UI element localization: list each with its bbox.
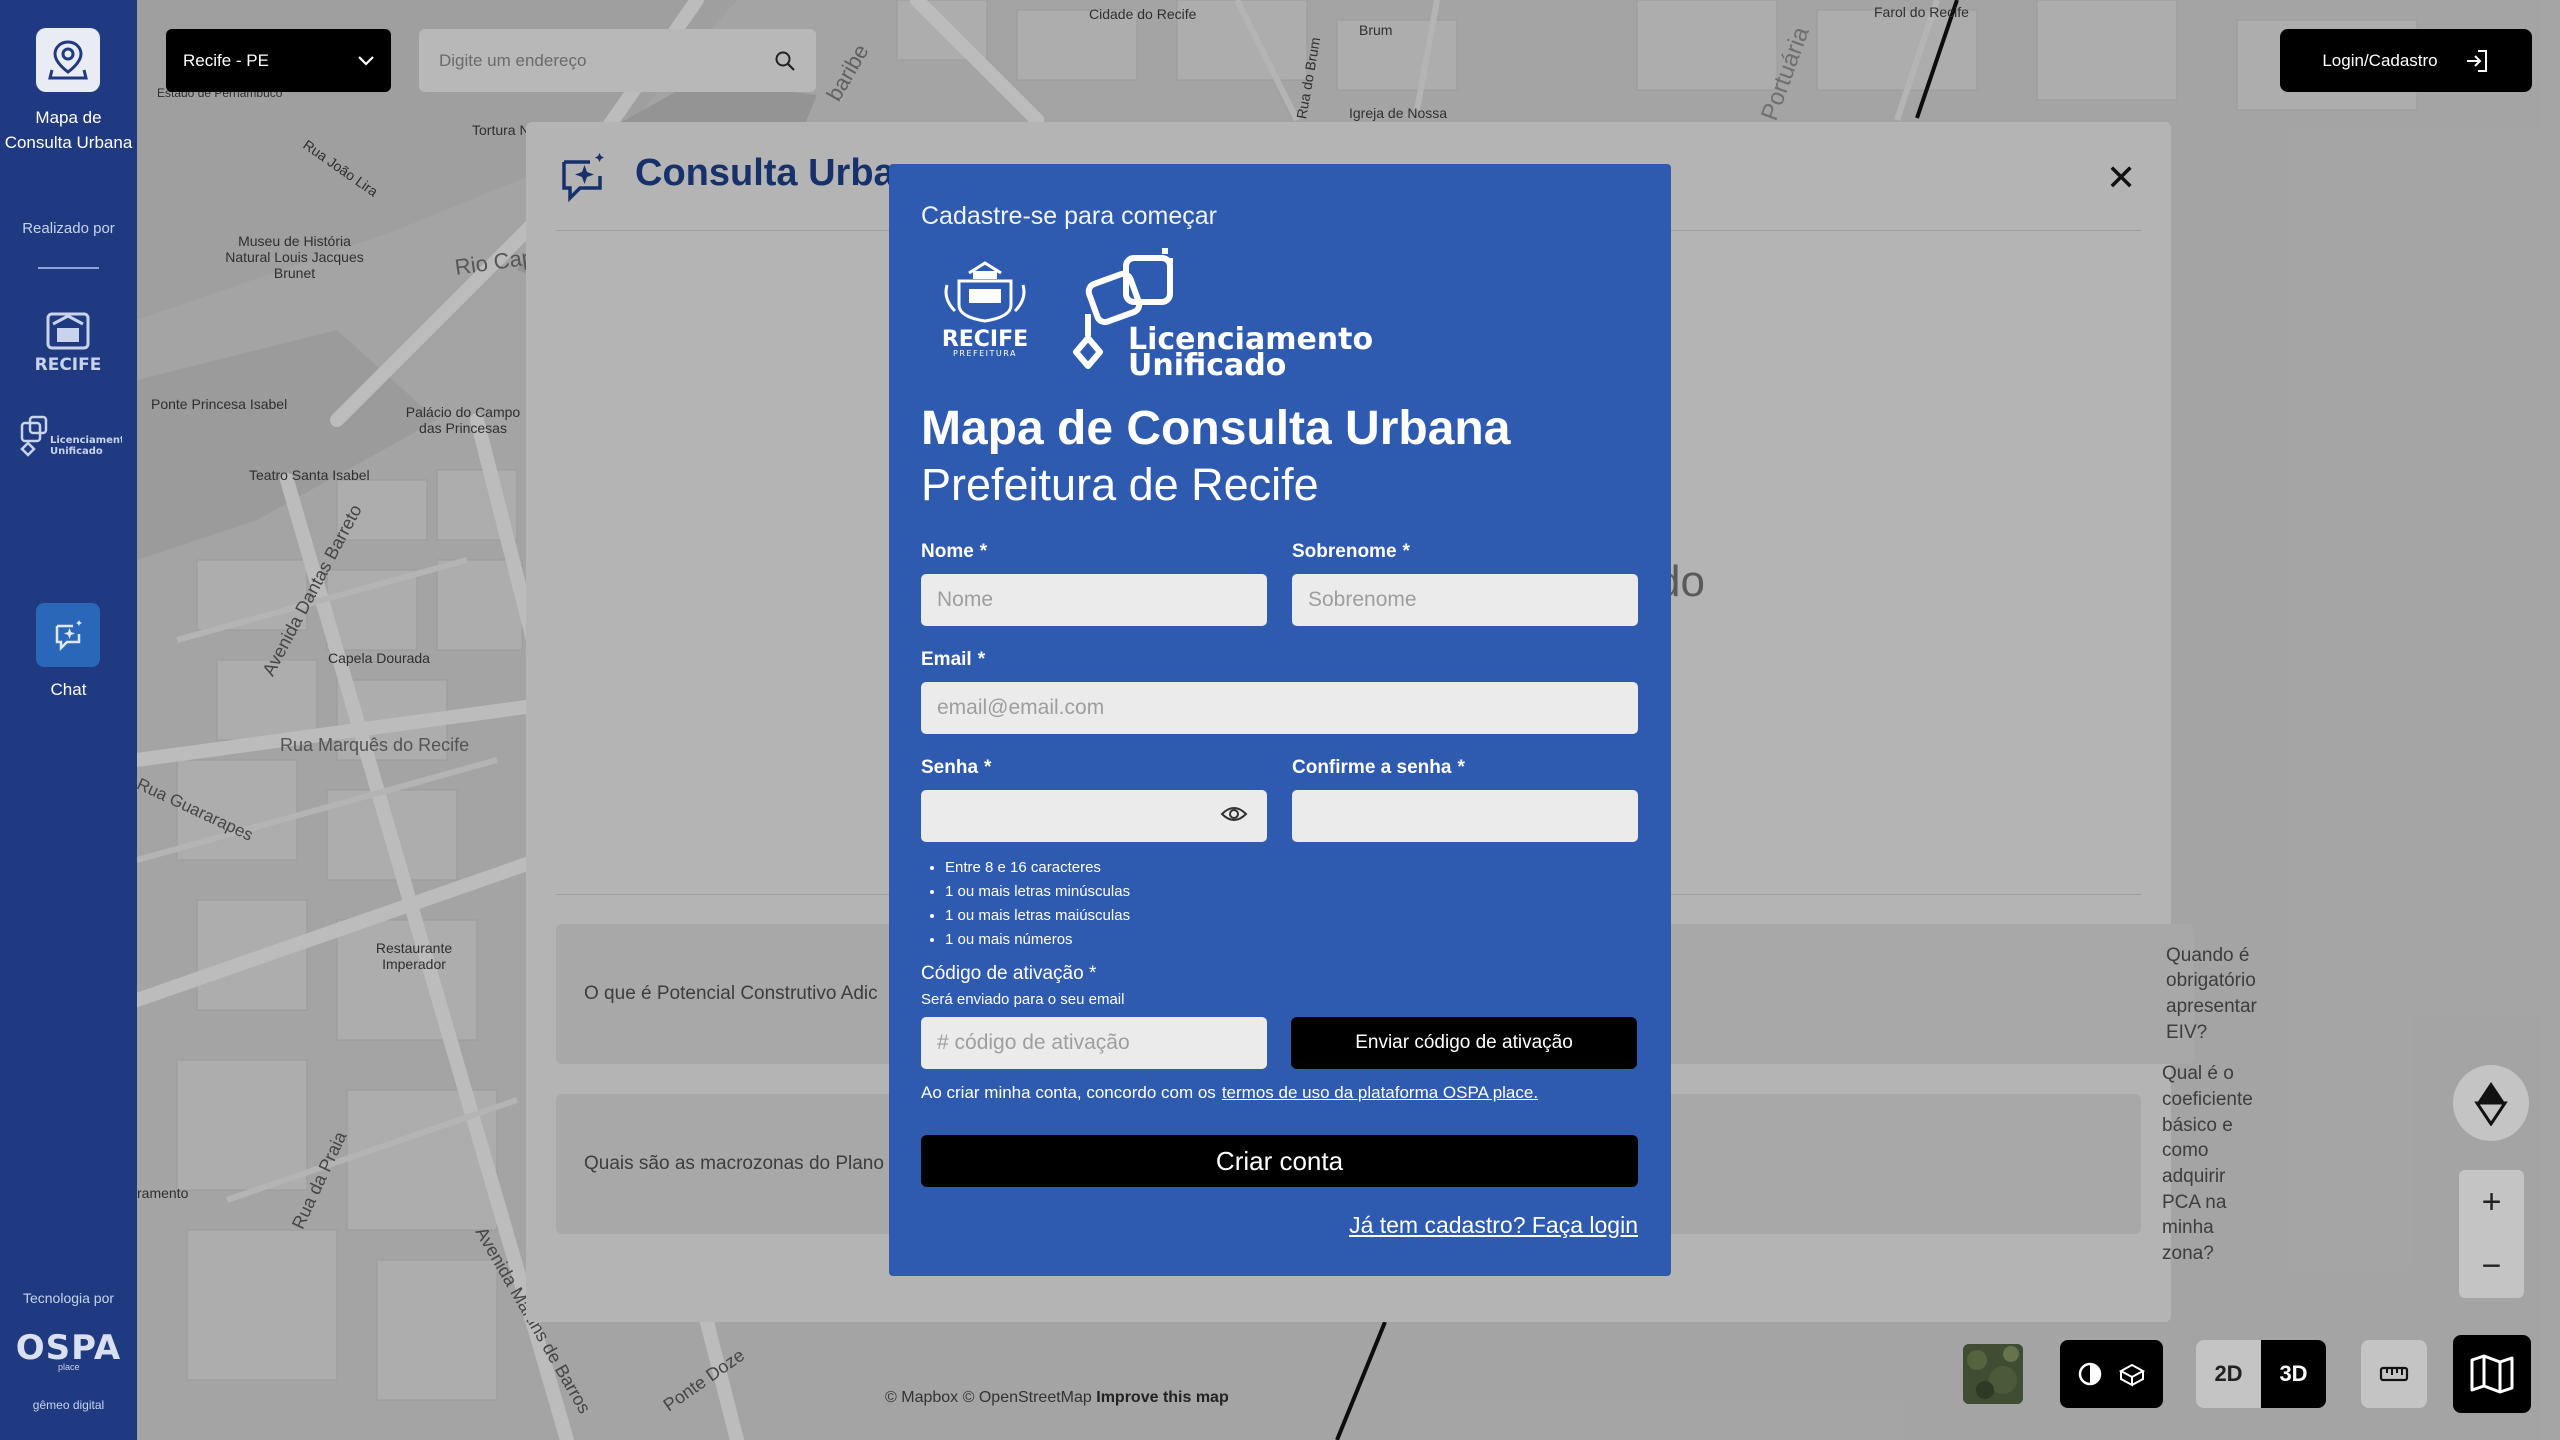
zoom-in-button[interactable]: + (2459, 1170, 2524, 1234)
modal-subtitle: Cadastre-se para começar (921, 202, 1217, 230)
email-label: Email * (921, 649, 986, 670)
city-select-value: Recife - PE (183, 50, 269, 70)
close-icon[interactable]: ✕ (2106, 160, 2136, 196)
chevron-down-icon (358, 55, 374, 66)
licenciamento-logo: Licenciamento Unificado (1073, 248, 1372, 378)
login-button-label: Login/Cadastro (2322, 50, 2438, 70)
password-rule: Entre 8 e 16 caracteres (945, 856, 1130, 880)
signup-modal: Cadastre-se para começar RECIFE PREFEITU… (889, 164, 1671, 1276)
contrast-icon (2078, 1362, 2101, 1386)
attribution-mapbox[interactable]: © Mapbox (885, 1389, 958, 1406)
compass-icon (2474, 1082, 2508, 1126)
app-home-button[interactable] (36, 28, 100, 92)
sobrenome-field[interactable] (1292, 574, 1638, 626)
modal-title-secondary: Prefeitura de Recife (921, 459, 1319, 510)
nome-field[interactable] (921, 574, 1267, 626)
zoom-control: + − (2459, 1170, 2524, 1298)
create-account-button[interactable]: Criar conta (921, 1135, 1638, 1187)
satellite-layer-button[interactable] (1963, 1344, 2023, 1404)
terms-prefix: Ao criar minha conta, concordo com os (921, 1083, 1216, 1102)
measure-button[interactable] (2361, 1340, 2427, 1408)
mode-2d-button[interactable]: 2D (2196, 1340, 2261, 1408)
chat-sparkle-icon (562, 153, 604, 203)
attribution-osm[interactable]: © OpenStreetMap (963, 1389, 1092, 1406)
address-search-input[interactable]: Digite um endereço (419, 29, 816, 92)
terms-link[interactable]: termos de uso da plataforma OSPA place. (1222, 1083, 1538, 1102)
login-icon (2466, 49, 2487, 72)
ospa-sub: place (58, 1362, 80, 1372)
tecnologia-por-label: Tecnologia por (22, 1290, 115, 1306)
activation-code-label: Código de ativação * (921, 963, 1097, 984)
buildings-3d-icon (2118, 1363, 2145, 1387)
licenciamento-logo: Licenciamento Unificado (20, 415, 122, 457)
svg-text:Unificado: Unificado (50, 446, 103, 457)
senha-label: Senha * (921, 757, 992, 778)
map-pin-icon (48, 40, 88, 80)
theme-toggle[interactable] (2060, 1340, 2163, 1408)
sobrenome-label: Sobrenome * (1292, 541, 1410, 562)
suggested-question-text: Quando é obrigatório apresentar EIV? (2166, 944, 2257, 1043)
satellite-thumbnail (1963, 1344, 2023, 1404)
map-attribution: © Mapbox © OpenStreetMap Improve this ma… (885, 1389, 1229, 1407)
sidebar: Mapa de Consulta Urbana Realizado por RE… (0, 0, 137, 1440)
ruler-icon (2379, 1366, 2409, 1382)
email-field[interactable] (921, 682, 1638, 734)
zoom-out-button[interactable]: − (2459, 1234, 2524, 1298)
senha-field[interactable] (921, 790, 1267, 842)
chat-label: Chat (50, 680, 87, 699)
map-icon (2470, 1354, 2514, 1394)
password-rule: 1 ou mais letras minúsculas (945, 880, 1130, 904)
password-rule: 1 ou mais números (945, 928, 1130, 952)
send-activation-code-button[interactable]: Enviar código de ativação (1291, 1017, 1637, 1069)
confirme-senha-field[interactable] (1292, 790, 1638, 842)
password-rules: Entre 8 e 16 caracteres 1 ou mais letras… (945, 856, 1130, 952)
compass-button[interactable] (2453, 1065, 2529, 1141)
recife-logo: RECIFE (35, 312, 102, 375)
nome-label: Nome * (921, 541, 988, 562)
gemeo-digital-label: gêmeo digital (32, 1398, 105, 1412)
activation-code-field[interactable] (921, 1017, 1267, 1069)
city-select[interactable]: Recife - PE (166, 29, 391, 92)
dimension-toggle: 2D 3D (2196, 1340, 2326, 1408)
divider (38, 267, 99, 269)
svg-text:Licenciamento: Licenciamento (50, 435, 122, 446)
suggested-question-text: O que é Potencial Construtivo Adic (584, 983, 878, 1005)
search-icon[interactable] (774, 50, 796, 72)
password-rule: 1 ou mais letras maiúsculas (945, 904, 1130, 928)
eye-icon[interactable] (1220, 804, 1248, 824)
login-button[interactable]: Login/Cadastro (2280, 29, 2532, 92)
confirme-senha-label: Confirme a senha * (1292, 757, 1465, 778)
chat-sparkle-icon (55, 620, 82, 652)
address-search-placeholder: Digite um endereço (439, 50, 587, 70)
mode-3d-button[interactable]: 3D (2261, 1340, 2326, 1408)
svg-text:RECIFE: RECIFE (35, 355, 102, 375)
realizado-por-label: Realizado por (22, 220, 115, 237)
chat-button[interactable] (36, 603, 100, 667)
svg-text:Unificado: Unificado (1128, 348, 1286, 378)
modal-title: Mapa de Consulta Urbana (921, 402, 1511, 455)
basemap-button[interactable] (2453, 1335, 2531, 1413)
login-link[interactable]: Já tem cadastro? Faça login (1349, 1212, 1638, 1239)
suggested-question-text: Quais são as macrozonas do Plano (584, 1153, 884, 1175)
terms-text: Ao criar minha conta, concordo com os ter… (921, 1083, 1538, 1103)
recife-logo: RECIFE PREFEITURA (942, 261, 1028, 357)
improve-map-link[interactable]: Improve this map (1096, 1389, 1228, 1406)
svg-text:PREFEITURA: PREFEITURA (953, 349, 1017, 357)
activation-code-hint: Será enviado para o seu email (921, 991, 1125, 1008)
app-title: Mapa de Consulta Urbana (4, 108, 133, 152)
